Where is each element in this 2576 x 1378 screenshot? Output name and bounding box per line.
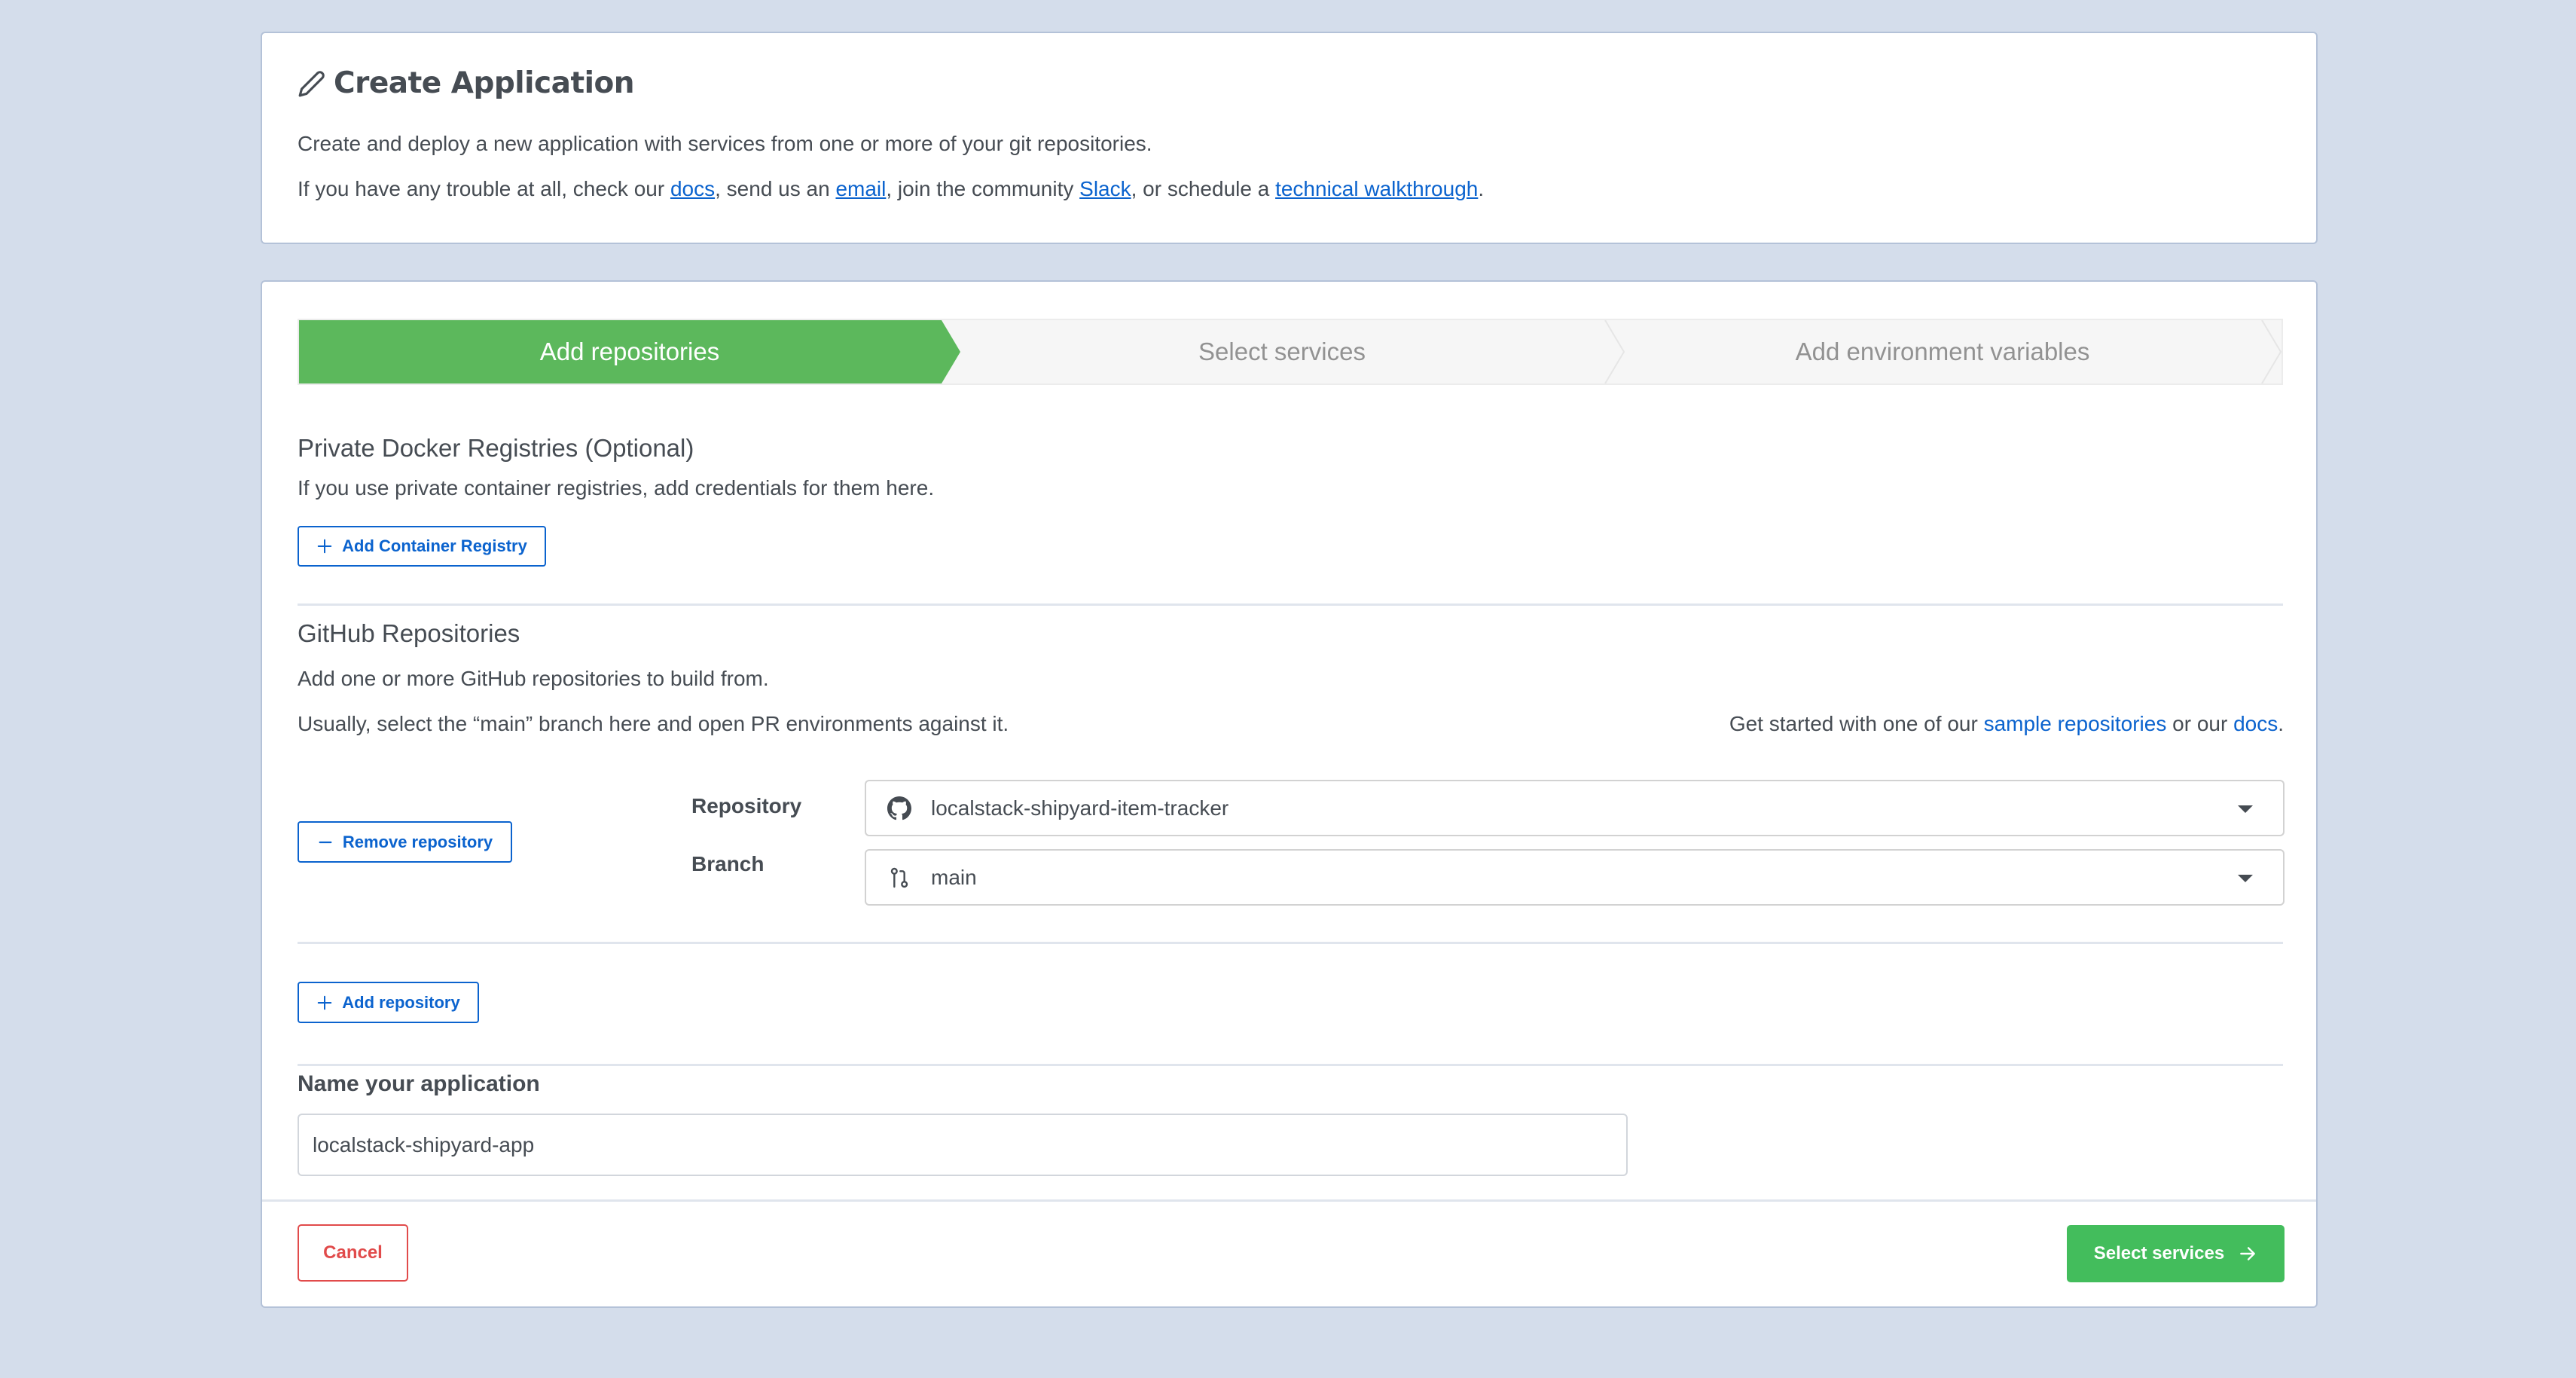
github-branch-hint: Usually, select the “main” branch here a… (298, 712, 1009, 735)
github-docs-link[interactable]: docs (2233, 712, 2278, 735)
step-add-environment-variables[interactable]: Add environment variables (1604, 320, 2281, 383)
arrow-right-icon (2238, 1244, 2257, 1263)
help-text: If you have any trouble at all, check ou… (298, 177, 1484, 201)
sample-repositories-link[interactable]: sample repositories (1984, 712, 2167, 735)
select-services-label: Select services (2093, 1243, 2225, 1263)
section-divider (298, 942, 2283, 944)
page-description: Create and deploy a new application with… (298, 132, 1152, 155)
select-services-button[interactable]: Select services (2067, 1225, 2285, 1282)
app-name-label: Name your application (298, 1071, 540, 1096)
page-title: Create Application (298, 66, 635, 100)
branch-value: main (931, 865, 977, 889)
help-suffix: . (1478, 177, 1485, 200)
get-started-suffix: . (2278, 712, 2284, 735)
cancel-button[interactable]: Cancel (298, 1224, 408, 1282)
github-repositories-description: Add one or more GitHub repositories to b… (298, 667, 769, 690)
remove-repository-label: Remove repository (342, 832, 493, 851)
step-separator-icon (2261, 320, 2282, 383)
create-app-form-card: Add repositories Select services Add env… (261, 280, 2318, 1308)
repository-select[interactable]: localstack-shipyard-item-tracker (865, 780, 2285, 836)
minus-icon (317, 834, 334, 851)
get-started-prefix: Get started with one of our (1729, 712, 1984, 735)
remove-repository-button[interactable]: Remove repository (298, 821, 512, 863)
help-sep: , send us an (715, 177, 836, 200)
walkthrough-link[interactable]: technical walkthrough (1275, 177, 1478, 200)
chevron-down-icon (2238, 805, 2253, 813)
email-link[interactable]: email (835, 177, 886, 200)
plus-icon (316, 995, 333, 1011)
step-select-services[interactable]: Select services (943, 320, 1621, 383)
add-container-registry-button[interactable]: Add Container Registry (298, 526, 546, 567)
section-divider (298, 603, 2283, 606)
chevron-down-icon (2238, 875, 2253, 882)
pencil-icon (298, 69, 326, 98)
help-prefix: If you have any trouble at all, check ou… (298, 177, 670, 200)
section-divider (298, 1064, 2283, 1066)
get-started-text: Get started with one of our sample repos… (1729, 712, 2284, 736)
header-card: Create Application Create and deploy a n… (261, 32, 2318, 244)
branch-select[interactable]: main (865, 849, 2285, 906)
step-add-repositories[interactable]: Add repositories (299, 320, 960, 383)
git-branch-icon (887, 866, 911, 890)
repository-label: Repository (691, 794, 802, 817)
docker-registries-heading: Private Docker Registries (Optional) (298, 434, 694, 462)
github-repositories-heading: GitHub Repositories (298, 619, 520, 647)
plus-icon (316, 538, 333, 555)
wizard-stepper: Add repositories Select services Add env… (298, 319, 2283, 385)
repository-value: localstack-shipyard-item-tracker (931, 796, 1229, 820)
github-icon (887, 796, 911, 820)
docker-registries-description: If you use private container registries,… (298, 476, 935, 500)
step-label: Select services (1198, 338, 1366, 365)
help-sep: , or schedule a (1131, 177, 1276, 200)
docs-link[interactable]: docs (670, 177, 715, 200)
help-sep: , join the community (886, 177, 1080, 200)
get-started-middle: or our (2166, 712, 2234, 735)
add-repository-label: Add repository (342, 992, 460, 1012)
slack-link[interactable]: Slack (1079, 177, 1131, 200)
step-label: Add environment variables (1795, 338, 2090, 365)
page-title-text: Create Application (334, 66, 635, 100)
add-container-registry-label: Add Container Registry (342, 536, 527, 555)
add-repository-button[interactable]: Add repository (298, 982, 479, 1023)
footer-divider (262, 1199, 2316, 1202)
step-label: Add repositories (539, 338, 720, 365)
branch-label: Branch (691, 852, 765, 875)
app-name-input[interactable] (298, 1114, 1628, 1176)
